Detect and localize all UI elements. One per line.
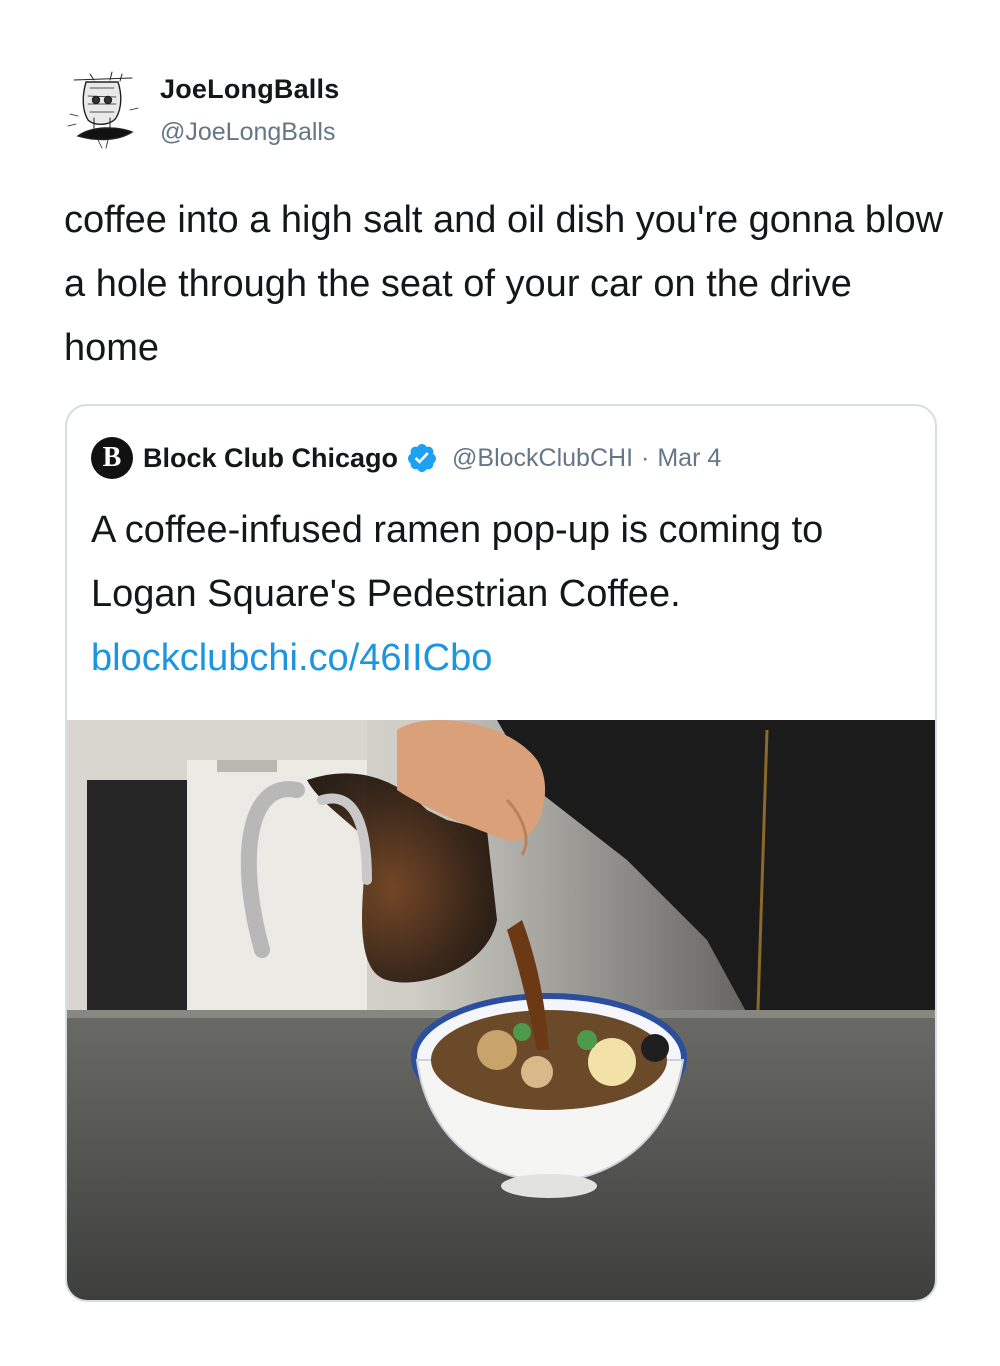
quoted-tweet-text: A coffee-infused ramen pop-up is coming …	[91, 509, 824, 615]
quoted-tweet-date[interactable]: Mar 4	[657, 444, 721, 473]
header-separator: ·	[641, 443, 650, 472]
quoted-tweet-link[interactable]: blockclubchi.co/46IICbo	[91, 626, 921, 690]
sketch-avatar-icon[interactable]	[64, 66, 142, 150]
quoted-author-handle[interactable]: @BlockClubCHI	[452, 444, 633, 473]
author-handle[interactable]: @JoeLongBalls	[160, 118, 336, 147]
author-display-name[interactable]: JoeLongBalls	[160, 74, 339, 105]
ramen-photo-icon[interactable]	[67, 720, 935, 1300]
quoted-tweet-card[interactable]: B Block Club Chicago @BlockClubCHI · Mar…	[65, 404, 937, 1302]
tweet: JoeLongBalls @JoeLongBalls coffee into a…	[0, 0, 1000, 1366]
tweet-text: coffee into a high salt and oil dish you…	[64, 199, 944, 369]
quoted-tweet-header: B Block Club Chicago @BlockClubCHI · Mar…	[91, 436, 721, 480]
quoted-author-display-name[interactable]: Block Club Chicago	[143, 443, 398, 474]
quoted-tweet-body: A coffee-infused ramen pop-up is coming …	[91, 498, 921, 690]
verified-badge-icon	[408, 444, 437, 472]
block-club-avatar[interactable]: B	[91, 437, 133, 479]
